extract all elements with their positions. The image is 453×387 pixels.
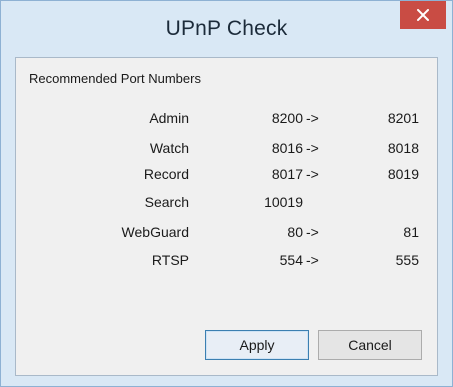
port-row-record: Record 8017 -> 8019 [16, 166, 437, 186]
port-name: Record [143, 166, 189, 182]
port-row-rtsp: RTSP 554 -> 555 [16, 252, 437, 272]
cancel-button[interactable]: Cancel [318, 330, 422, 360]
port-name: WebGuard [121, 224, 189, 240]
port-name: Search [144, 194, 189, 210]
section-title: Recommended Port Numbers [29, 71, 201, 86]
port-arrow: -> [306, 252, 319, 268]
upnp-check-dialog: UPnP Check Recommended Port Numbers Admi… [0, 0, 453, 387]
port-arrow: -> [306, 224, 319, 240]
port-from: 8200 [271, 110, 303, 126]
close-icon [417, 9, 429, 21]
dialog-title: UPnP Check [165, 17, 288, 40]
port-to: 555 [395, 252, 419, 268]
port-to: 81 [403, 224, 419, 240]
port-row-search: Search 10019 [16, 194, 437, 214]
port-arrow: -> [306, 140, 319, 156]
port-from: 80 [287, 224, 303, 240]
port-from: 554 [279, 252, 303, 268]
port-row-webguard: WebGuard 80 -> 81 [16, 224, 437, 244]
port-to: 8201 [387, 110, 419, 126]
port-to: 8018 [387, 140, 419, 156]
close-button[interactable] [400, 1, 446, 29]
apply-button[interactable]: Apply [205, 330, 309, 360]
port-arrow: -> [306, 166, 319, 182]
port-arrow: -> [306, 110, 319, 126]
port-from: 10019 [264, 194, 303, 210]
port-row-watch: Watch 8016 -> 8018 [16, 140, 437, 160]
port-from: 8016 [271, 140, 303, 156]
port-from: 8017 [271, 166, 303, 182]
port-name: Admin [149, 110, 189, 126]
title-bar[interactable]: UPnP Check [1, 1, 452, 59]
port-to: 8019 [387, 166, 419, 182]
port-name: Watch [149, 140, 189, 156]
port-name: RTSP [151, 252, 189, 268]
dialog-body: Recommended Port Numbers Admin 8200 -> 8… [15, 57, 438, 376]
port-row-admin: Admin 8200 -> 8201 [16, 110, 437, 130]
